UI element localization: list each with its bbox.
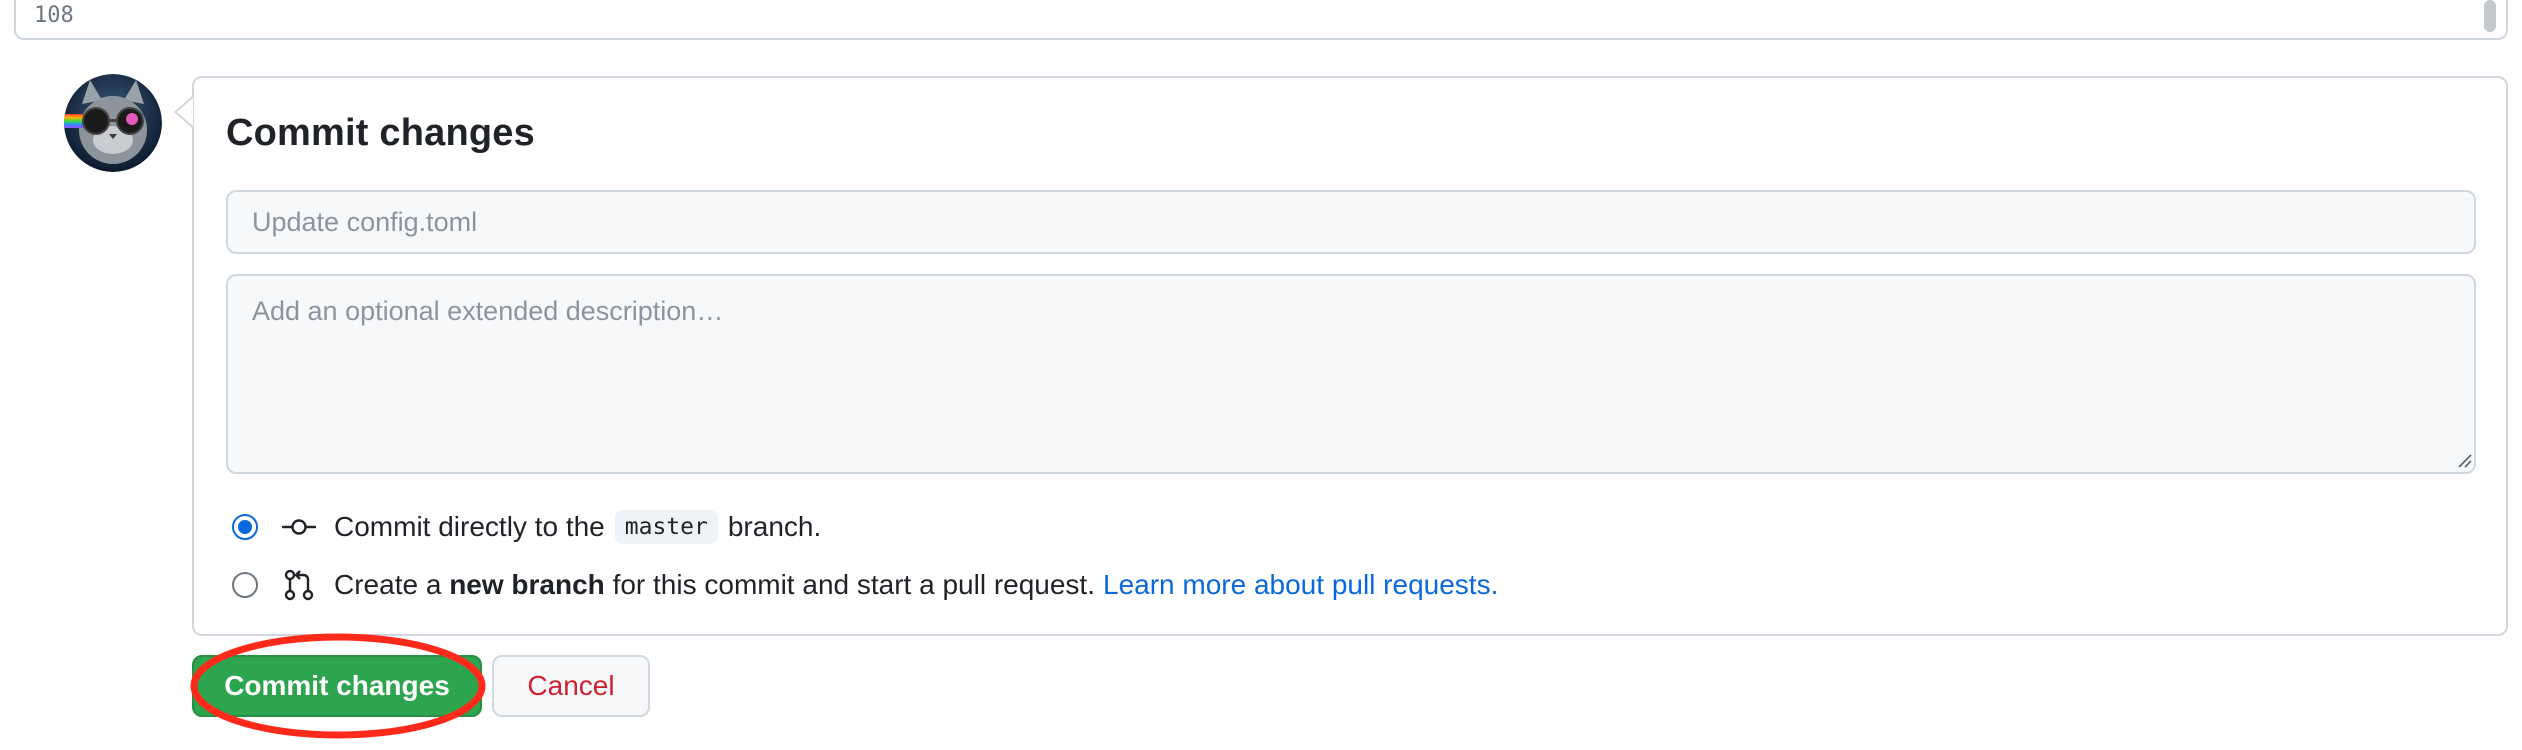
- git-pull-request-icon: [284, 569, 314, 601]
- new-branch-radio[interactable]: [232, 572, 258, 598]
- avatar[interactable]: [64, 74, 162, 172]
- resize-grip-icon[interactable]: [2456, 452, 2472, 468]
- comment-caret-fill: [177, 98, 193, 126]
- git-commit-icon: [282, 519, 316, 535]
- commit-direct-label-prefix: Commit directly to the: [334, 511, 605, 542]
- commit-form-title: Commit changes: [226, 112, 535, 154]
- new-branch-label-bold: new branch: [449, 569, 605, 600]
- avatar-image: [64, 74, 162, 172]
- commit-direct-option[interactable]: Commit directly to the master branch.: [232, 505, 821, 549]
- pull-requests-help-link[interactable]: Learn more about pull requests.: [1103, 569, 1498, 601]
- new-branch-option[interactable]: Create a new branch for this commit and …: [232, 563, 1498, 607]
- commit-changes-button[interactable]: Commit changes: [192, 655, 482, 717]
- new-branch-label-prefix: Create a: [334, 569, 442, 600]
- commit-direct-radio[interactable]: [232, 514, 258, 540]
- editor-scrollbar[interactable]: [2484, 0, 2496, 32]
- line-number: 108: [34, 3, 74, 28]
- commit-description-input[interactable]: [226, 274, 2476, 474]
- file-editor: [14, 0, 2508, 40]
- commit-direct-label-suffix: branch.: [727, 511, 822, 542]
- branch-name-tag: master: [614, 510, 718, 544]
- cancel-button[interactable]: Cancel: [492, 655, 650, 717]
- new-branch-label-suffix: for this commit and start a pull request…: [612, 569, 1095, 600]
- commit-summary-input[interactable]: [226, 190, 2476, 254]
